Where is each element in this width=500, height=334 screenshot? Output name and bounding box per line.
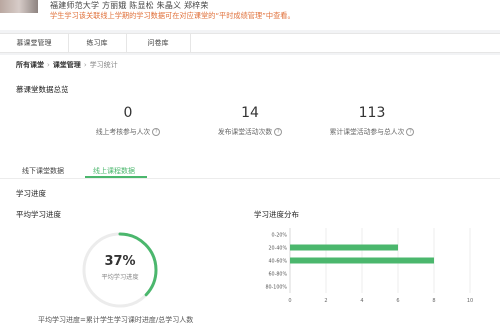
overview-title: 慕课堂数据总览 bbox=[16, 85, 69, 94]
main-tabs: 慕课堂管理 练习库 问卷库 bbox=[0, 33, 500, 53]
y-category-label: 40-60% bbox=[269, 258, 288, 264]
help-icon[interactable]: ? bbox=[406, 128, 415, 136]
x-tick-label: 6 bbox=[396, 298, 399, 304]
x-tick-label: 0 bbox=[288, 298, 291, 304]
help-icon[interactable]: ? bbox=[152, 128, 161, 136]
x-tick-label: 8 bbox=[432, 298, 435, 304]
breadcrumb: 所有课堂 › 课堂管理 › 学习统计 bbox=[16, 60, 118, 70]
subtab-divider bbox=[0, 178, 500, 179]
bar bbox=[290, 244, 398, 251]
stat-value-online-exam: 0 bbox=[123, 105, 133, 121]
breadcrumb-all-classes[interactable]: 所有课堂 bbox=[16, 61, 44, 69]
y-category-label: 20-40% bbox=[269, 245, 288, 251]
tab-questionnaire-library[interactable]: 问卷库 bbox=[126, 34, 191, 52]
stat-label-online-exam: 线上考核参与人次? bbox=[58, 126, 198, 136]
stat-value-participants: 113 bbox=[358, 105, 386, 121]
x-tick-label: 4 bbox=[360, 298, 363, 304]
x-tick-label: 10 bbox=[467, 298, 473, 304]
stat-label-participants: 累计课堂活动参与总人次? bbox=[302, 126, 442, 136]
tab-mooc-classroom[interactable]: 慕课堂管理 bbox=[0, 34, 69, 52]
x-tick-label: 2 bbox=[324, 298, 327, 304]
subtab-offline-data[interactable]: 线下课堂数据 bbox=[22, 166, 64, 176]
ring-caption: 平均学习进度 bbox=[101, 274, 139, 281]
ring-percent: 37% bbox=[104, 254, 136, 269]
y-category-label: 80-100% bbox=[265, 284, 287, 290]
notice-text: 学生学习该关联线上学期的学习数据可在对应课堂的“平时成绩管理”中查看。 bbox=[50, 11, 295, 20]
progress-ring bbox=[82, 232, 158, 308]
breadcrumb-current: 学习统计 bbox=[89, 61, 118, 69]
y-category-label: 60-80% bbox=[269, 271, 288, 277]
stat-value-activities: 14 bbox=[241, 105, 259, 121]
breadcrumb-class-management[interactable]: 课堂管理 bbox=[53, 61, 81, 69]
breadcrumb-separator: › bbox=[83, 61, 87, 69]
course-authors: 福建师范大学 方丽娥 陈显松 朱晶义 郑梓荣 bbox=[50, 1, 209, 10]
subtab-online-data[interactable]: 线上课程数据 bbox=[93, 166, 135, 176]
progress-formula: 平均学习进度=累计学生学习课时进度/总学习人数 bbox=[38, 316, 194, 324]
stat-label-activities: 发布课堂活动次数? bbox=[180, 126, 320, 136]
distribution-title: 学习进度分布 bbox=[254, 210, 299, 219]
progress-section-title: 学习进度 bbox=[16, 189, 46, 198]
breadcrumb-separator: › bbox=[47, 61, 50, 69]
course-thumbnail bbox=[0, 0, 38, 13]
progress-distribution-chart: 0 2 4 6 8 10 0-20% 20-40% 40-60% 60-80% 80-100% bbox=[265, 228, 473, 304]
tab-exercise-library[interactable]: 练习库 bbox=[68, 34, 127, 52]
y-category-label: 0-20% bbox=[272, 232, 288, 238]
bar bbox=[290, 257, 434, 264]
help-icon[interactable]: ? bbox=[274, 128, 283, 136]
avg-progress-title: 平均学习进度 bbox=[16, 210, 61, 219]
